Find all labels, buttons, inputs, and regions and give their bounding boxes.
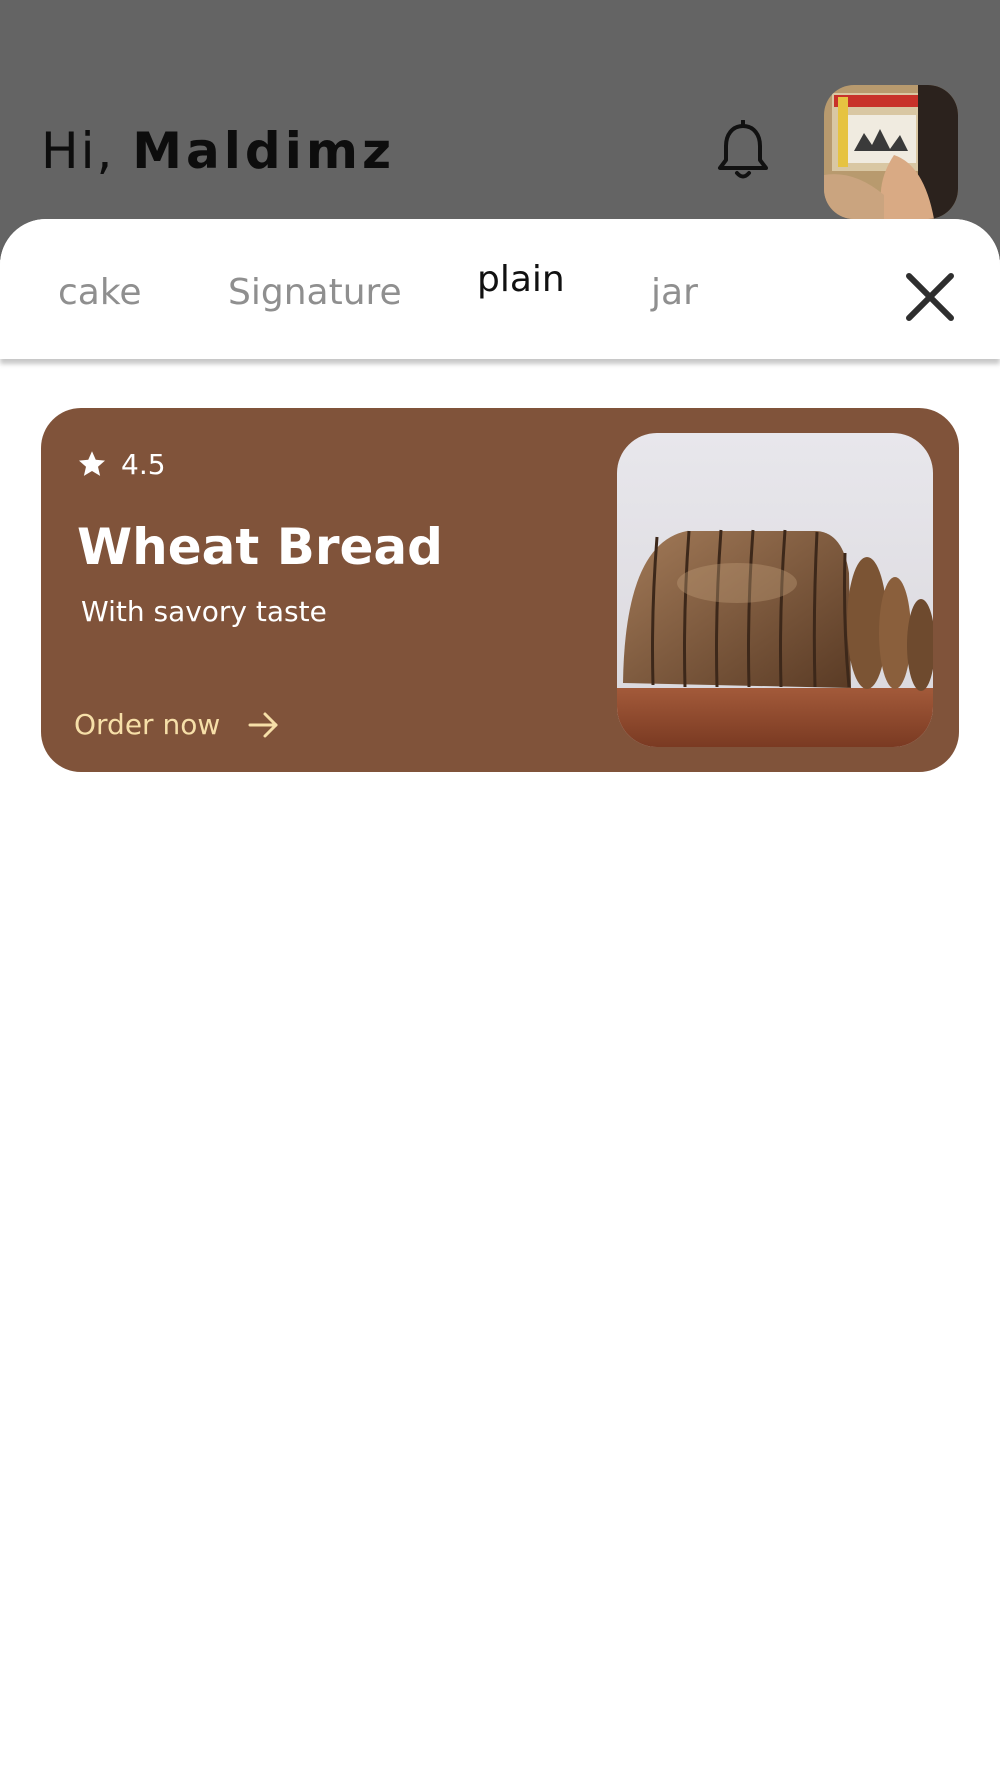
category-sheet: cake Signature plain jar 4.5 Wheat Bread… — [0, 219, 1000, 1778]
close-icon[interactable] — [900, 267, 960, 327]
tab-jar[interactable]: jar — [651, 272, 698, 313]
user-name: Maldimz — [132, 122, 396, 180]
bell-icon[interactable] — [712, 120, 774, 184]
tab-cake[interactable]: cake — [58, 272, 142, 313]
product-title: Wheat Bread — [77, 518, 443, 576]
avatar[interactable] — [824, 85, 958, 219]
tab-plain[interactable]: plain — [477, 259, 565, 300]
star-icon — [79, 451, 105, 476]
tab-signature[interactable]: Signature — [228, 272, 402, 313]
rating-value: 4.5 — [121, 447, 166, 481]
product-image — [617, 433, 933, 747]
rating: 4.5 — [77, 446, 166, 482]
arrow-right-icon — [248, 712, 278, 737]
greeting-prefix: Hi, — [41, 122, 115, 180]
greeting: Hi, Maldimz — [41, 122, 395, 180]
tab-bar: cake Signature plain jar — [0, 219, 1000, 359]
order-now-button[interactable]: Order now — [74, 708, 280, 741]
product-card[interactable]: 4.5 Wheat Bread With savory taste Order … — [41, 408, 959, 772]
order-now-label: Order now — [74, 708, 221, 741]
product-subtitle: With savory taste — [81, 595, 327, 628]
